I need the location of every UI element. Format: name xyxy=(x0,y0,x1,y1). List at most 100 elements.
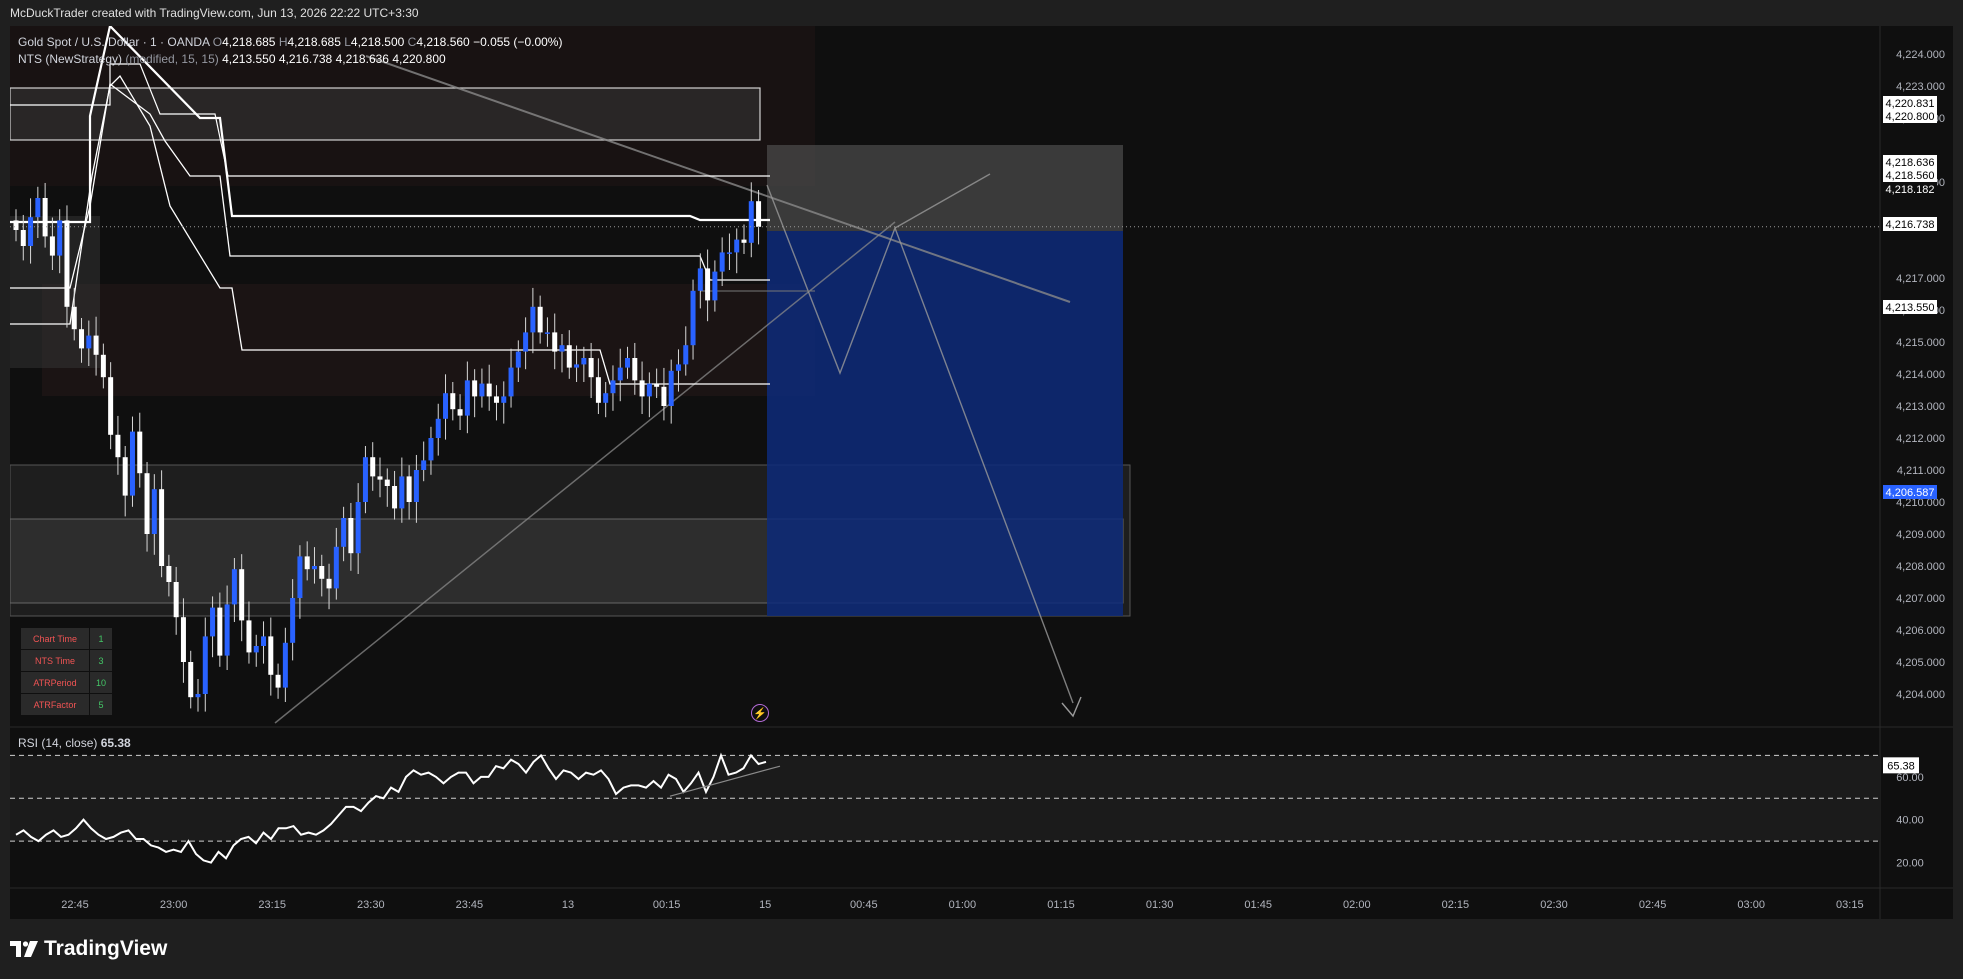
candle-body xyxy=(501,396,507,403)
candle-body xyxy=(333,546,339,589)
time-tick-label: 23:15 xyxy=(258,899,286,911)
rsi-legend[interactable]: RSI (14, close) 65.38 xyxy=(18,736,131,750)
candle-body xyxy=(297,556,303,598)
time-tick-label: 01:00 xyxy=(949,899,977,911)
settings-table: Chart Time 1 NTS Time 3 ATRPeriod 10 ATRFac… xyxy=(20,627,113,716)
candle-body xyxy=(515,351,521,368)
price-tick-label: 4,212.000 xyxy=(1896,433,1945,445)
candle-body xyxy=(57,220,63,256)
candle-body xyxy=(151,489,157,534)
candle-body xyxy=(217,607,223,656)
candle-body xyxy=(639,380,645,397)
candle-body xyxy=(661,386,667,406)
indicator-value-2: 4,216.738 xyxy=(278,52,333,66)
candle-body xyxy=(399,476,405,509)
price-tag-text: 4,218.560 xyxy=(1886,170,1935,182)
candle-body xyxy=(406,476,412,502)
ohlc-close: 4,218.560 xyxy=(416,35,470,49)
candle-body xyxy=(290,598,296,643)
candle-body xyxy=(137,431,143,474)
ohlc-change: −0.055 (−0.00%) xyxy=(473,35,563,49)
candle-body xyxy=(319,566,325,579)
candle-body xyxy=(173,582,179,618)
candle-body xyxy=(588,358,594,378)
candle-body xyxy=(122,457,128,496)
indicator-legend[interactable]: NTS (NewStrategy) (modified, 15, 15) 4,2… xyxy=(18,52,446,66)
ohlc-open: 4,218.685 xyxy=(222,35,276,49)
candle-body xyxy=(188,662,194,698)
candle-body xyxy=(450,393,456,410)
ohlc-low: 4,218.500 xyxy=(350,35,405,49)
position-target-zone xyxy=(767,231,1123,616)
lightning-icon[interactable]: ⚡ xyxy=(751,704,769,722)
price-tick-label: 4,224.000 xyxy=(1896,49,1945,61)
price-tick-label: 4,211.000 xyxy=(1897,465,1945,477)
candle-body xyxy=(748,201,754,243)
price-tick-label: 4,214.000 xyxy=(1896,369,1945,381)
price-chart[interactable]: 4,224.0004,223.0004,222.0004,220.0004,21… xyxy=(10,26,1953,919)
indicator-params: (modified, 15, 15) xyxy=(125,52,219,66)
candle-body xyxy=(697,268,703,291)
candle-body xyxy=(428,438,434,461)
position-stop-zone xyxy=(767,145,1123,231)
candle-body xyxy=(413,470,419,502)
candle-body xyxy=(239,569,245,621)
rsi-tick-label: 20.00 xyxy=(1896,858,1924,870)
table-value: 5 xyxy=(90,694,113,715)
price-tag-text: 4,206.587 xyxy=(1886,487,1935,499)
candle-body xyxy=(282,642,288,688)
candle-body xyxy=(71,306,77,330)
candle-body xyxy=(712,271,718,301)
candle-body xyxy=(443,393,449,419)
candle-body xyxy=(617,367,623,381)
candle-body xyxy=(195,694,201,698)
time-tick-label: 23:00 xyxy=(160,899,188,911)
symbol-legend: Gold Spot / U.S. Dollar · 1 · OANDA O4,2… xyxy=(18,35,562,49)
candle-body xyxy=(362,457,368,502)
supply-zone-inner xyxy=(42,284,815,396)
candle-body xyxy=(530,306,536,333)
candle-body xyxy=(435,418,441,438)
time-tick-label: 00:15 xyxy=(653,899,681,911)
candle-body xyxy=(261,636,267,646)
candle-body xyxy=(537,306,543,333)
candle-body xyxy=(268,636,274,675)
candle-body xyxy=(421,460,427,470)
indicator-name: NTS (NewStrategy) xyxy=(18,52,123,66)
indicator-value-4: 4,220.800 xyxy=(392,52,446,66)
candle-body xyxy=(734,239,740,253)
candle-body xyxy=(253,646,259,653)
candle-body xyxy=(581,358,587,365)
time-tick-label: 02:15 xyxy=(1442,899,1470,911)
range-box-upper xyxy=(10,87,761,141)
candle-body xyxy=(472,380,478,397)
candle-body xyxy=(224,604,230,656)
time-tick-label: 02:00 xyxy=(1343,899,1371,911)
candle-body xyxy=(159,489,165,566)
candle-body xyxy=(756,201,762,227)
candle-body xyxy=(42,198,48,237)
candle-body xyxy=(341,518,347,547)
brand-logo[interactable]: TradingView xyxy=(10,934,167,964)
time-tick-label: 15 xyxy=(759,899,771,911)
candle-body xyxy=(275,674,281,688)
table-key: Chart Time xyxy=(21,628,89,649)
price-tag-text: 4,220.831 xyxy=(1886,98,1935,110)
price-tick-label: 4,208.000 xyxy=(1896,561,1945,573)
candle-body xyxy=(464,380,470,416)
candle-body xyxy=(180,617,186,662)
price-tick-label: 4,217.000 xyxy=(1896,273,1945,285)
rsi-value: 65.38 xyxy=(100,736,131,750)
candle-body xyxy=(355,502,361,554)
candle-body xyxy=(574,364,580,368)
time-tick-label: 13 xyxy=(562,899,574,911)
candle-body xyxy=(326,578,332,589)
price-tick-label: 4,207.000 xyxy=(1896,593,1945,605)
table-value: 3 xyxy=(90,650,113,671)
candle-body xyxy=(100,354,106,378)
price-tick-label: 4,204.000 xyxy=(1896,689,1945,701)
candle-body xyxy=(668,370,674,406)
candle-body xyxy=(741,239,747,243)
rsi-tick-label: 40.00 xyxy=(1896,815,1924,827)
candle-body xyxy=(508,367,514,397)
